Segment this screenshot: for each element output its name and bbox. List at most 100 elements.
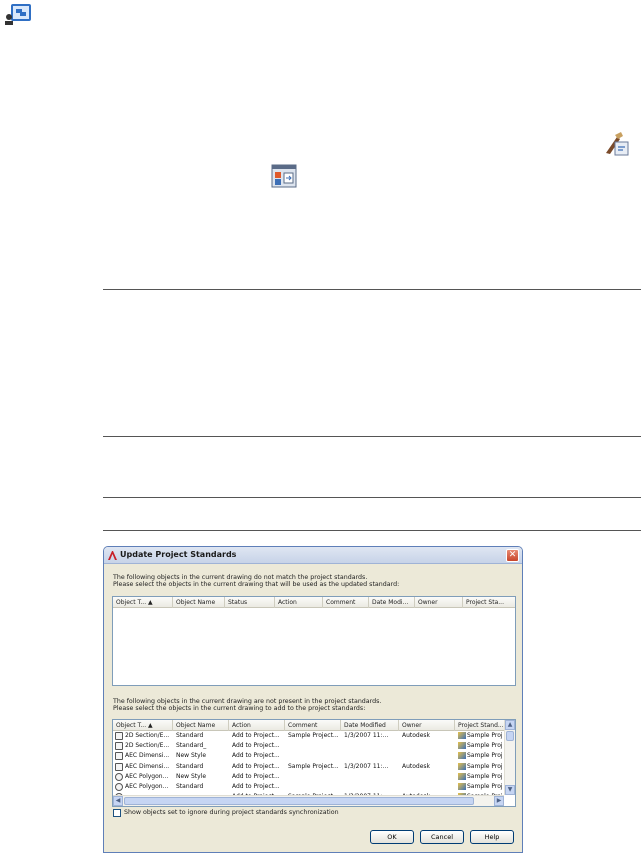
table-cell: Autodesk (399, 731, 455, 741)
col-owner[interactable]: Owner (399, 720, 455, 731)
cell-text: AEC Polygon... (125, 782, 169, 790)
project-standards-icon (458, 732, 466, 739)
cell-text: 1/3/2007 11:... (344, 732, 389, 739)
cell-text: Add to Project... (232, 732, 280, 739)
col-date-modified[interactable]: Date Modi... (369, 597, 415, 608)
table-cell (399, 782, 455, 792)
table-row[interactable]: AEC Polygon... Standard Add to Project... S… (113, 782, 515, 792)
scroll-right-button[interactable]: ▶ (494, 796, 504, 806)
message-1-line-2: Please select the objects in the current… (113, 581, 400, 588)
cell-text: Sample Proj (467, 752, 503, 760)
col-comment[interactable]: Comment (285, 720, 341, 731)
horizontal-scrollbar[interactable]: ◀ ▶ (113, 795, 504, 806)
dialog-titlebar[interactable]: Update Project Standards ✕ (104, 547, 522, 564)
mismatched-objects-table[interactable]: Object T... ▲ Object Name Status Action … (112, 596, 516, 686)
cell-text: Sample Proj (467, 772, 503, 780)
table-cell: 1/3/2007 11:... (341, 762, 399, 772)
message-1-line-1: The following objects in the current dra… (113, 574, 368, 581)
scroll-left-button[interactable]: ◀ (113, 796, 123, 806)
scroll-thumb[interactable] (124, 797, 474, 805)
col-project-standards[interactable]: Project Stand... (455, 720, 506, 731)
new-objects-table[interactable]: Object T... ▲ Object Name Action Comment… (112, 719, 516, 807)
cell-text: Sample Project... (288, 732, 339, 739)
object-type-icon (115, 772, 123, 781)
table-cell (341, 772, 399, 782)
table-row[interactable]: AEC Dimensi... New Style Add to Project...… (113, 751, 515, 761)
cell-text: 2D Section/E... (125, 732, 170, 739)
table-cell: Standard (173, 782, 229, 792)
table-cell (285, 782, 341, 792)
col-project-standards[interactable]: Project Sta... (463, 597, 515, 608)
cell-text: New Style (176, 752, 207, 760)
table-cell (399, 741, 455, 751)
col-action[interactable]: Action (275, 597, 323, 608)
table-cell: Sample Project... (285, 731, 341, 741)
table-header: Object T... ▲ Object Name Status Action … (113, 597, 515, 608)
cell-text: Standard (176, 762, 204, 770)
scroll-down-button[interactable]: ▼ (505, 785, 515, 795)
project-standards-icon (458, 782, 466, 790)
col-owner[interactable]: Owner (415, 597, 463, 608)
table-body: 2D Section/E... Standard Add to Project...… (113, 731, 515, 802)
configure-standards-icon (606, 132, 629, 156)
cell-text: Add to Project... (232, 782, 280, 790)
table-cell: Add to Project... (229, 751, 285, 761)
cell-text: Sample Proj (467, 782, 503, 790)
cell-text: Sample Proj (467, 742, 503, 750)
table-cell: Sample Proj (455, 751, 506, 761)
table-row[interactable]: AEC Polygon... New Style Add to Project...… (113, 772, 515, 782)
table-cell: AEC Polygon... (113, 782, 173, 792)
project-standards-icon (5, 4, 31, 25)
table-cell: Add to Project... (229, 772, 285, 782)
show-ignored-label: Show objects set to ignore during projec… (124, 809, 339, 816)
table-cell: AEC Dimensi... (113, 762, 173, 772)
col-date-modified[interactable]: Date Modified (341, 720, 399, 731)
table-cell: Sample Proj (455, 731, 506, 741)
col-object-name[interactable]: Object Name (173, 597, 225, 608)
divider-3 (103, 497, 641, 498)
table-cell (285, 751, 341, 761)
cancel-button[interactable]: Cancel (420, 830, 464, 844)
show-ignored-checkbox[interactable] (113, 809, 121, 817)
table-cell: Sample Proj (455, 762, 506, 772)
cell-text: Add to Project... (232, 742, 280, 750)
update-standards-icon (271, 164, 297, 188)
col-action[interactable]: Action (229, 720, 285, 731)
table-cell (341, 782, 399, 792)
table-row[interactable]: 2D Section/E... Standard Add to Project...… (113, 731, 515, 741)
dialog-title: Update Project Standards (120, 550, 237, 559)
table-cell (341, 751, 399, 761)
table-cell (341, 741, 399, 751)
col-comment[interactable]: Comment (323, 597, 369, 608)
cell-text: Add to Project... (232, 762, 280, 770)
table-cell: Sample Proj (455, 782, 506, 792)
table-cell: AEC Polygon... (113, 772, 173, 782)
table-cell: New Style (173, 751, 229, 761)
table-cell (399, 751, 455, 761)
col-status[interactable]: Status (225, 597, 275, 608)
table-row[interactable]: 2D Section/E... Standard_ Add to Project..… (113, 741, 515, 751)
cell-text: Standard (176, 732, 204, 739)
ok-button[interactable]: OK (370, 830, 414, 844)
divider-4 (103, 530, 641, 531)
table-row[interactable]: AEC Dimensi... Standard Add to Project... S… (113, 762, 515, 772)
table-header: Object T... ▲ Object Name Action Comment… (113, 720, 515, 731)
col-object-name[interactable]: Object Name (173, 720, 229, 731)
scroll-up-button[interactable]: ▲ (505, 720, 515, 730)
cell-text: AEC Polygon... (125, 772, 169, 780)
table-cell: Add to Project... (229, 731, 285, 741)
close-button[interactable]: ✕ (506, 549, 519, 562)
vertical-scrollbar[interactable]: ▲ ▼ (504, 720, 515, 795)
scroll-thumb[interactable] (506, 731, 514, 741)
cell-text: Add to Project... (232, 752, 280, 760)
object-type-icon (115, 782, 123, 791)
table-cell: Standard (173, 731, 229, 741)
object-type-icon (115, 742, 123, 751)
project-standards-icon (458, 762, 466, 770)
table-cell (285, 772, 341, 782)
col-object-type[interactable]: Object T... ▲ (113, 597, 173, 608)
help-button[interactable]: Help (470, 830, 514, 844)
cell-text: 2D Section/E... (125, 742, 170, 750)
col-object-type[interactable]: Object T... ▲ (113, 720, 173, 731)
update-project-standards-dialog: Update Project Standards ✕ The following… (103, 546, 523, 853)
